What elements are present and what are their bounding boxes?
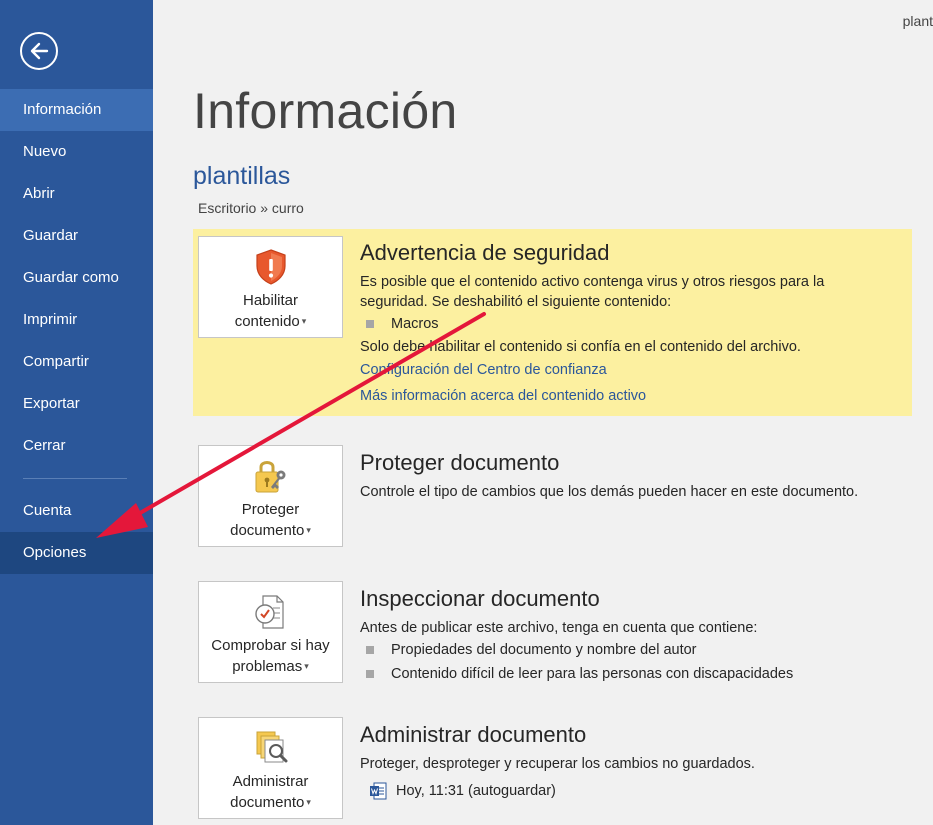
bullet-square-icon: [366, 320, 374, 328]
nav-item-cuenta[interactable]: Cuenta: [0, 490, 153, 532]
nav-item-guardar[interactable]: Guardar: [0, 215, 153, 257]
enable-content-label: Habilitar contenido ▾: [234, 292, 307, 330]
shield-warning-icon: [254, 247, 288, 287]
manage-document-section: Administrar documento Proteger, desprote…: [360, 722, 920, 802]
check-for-issues-label: Comprobar si hay problemas ▾: [211, 637, 330, 675]
protect-document-section: Proteger documento Controle el tipo de c…: [360, 450, 920, 502]
autosave-version-label: Hoy, 11:31 (autoguardar): [396, 783, 556, 799]
document-name: plantillas: [193, 162, 291, 190]
check-for-issues-button[interactable]: Comprobar si hay problemas ▾: [198, 581, 343, 683]
protect-document-text: Controle el tipo de cambios que los demá…: [360, 484, 859, 500]
document-search-icon: [251, 728, 291, 768]
security-advice-text: Solo debe habilitar el contenido si conf…: [360, 339, 801, 355]
enable-content-button[interactable]: Habilitar contenido ▾: [198, 236, 343, 338]
security-warning-text: Es posible que el contenido activo conte…: [360, 274, 825, 310]
bullet-square-icon: [366, 670, 374, 678]
nav-item-abrir[interactable]: Abrir: [0, 173, 153, 215]
document-check-icon: [251, 592, 291, 632]
protect-document-title: Proteger documento: [360, 450, 560, 475]
word-document-icon: [370, 782, 387, 800]
manage-document-text: Proteger, desproteger y recuperar los ca…: [360, 756, 755, 772]
caret-down-icon: ▾: [306, 797, 311, 807]
nav-item-nuevo[interactable]: Nuevo: [0, 131, 153, 173]
inspect-item: Propiedades del documento y nombre del a…: [360, 638, 920, 662]
window-title: plant: [902, 13, 933, 29]
active-content-info-link[interactable]: Más información acerca del contenido act…: [360, 383, 920, 409]
inspect-document-section: Inspeccionar documento Antes de publicar…: [360, 586, 920, 686]
nav-item-cerrar[interactable]: Cerrar: [0, 425, 153, 467]
nav-item-informacion[interactable]: Información: [0, 89, 153, 131]
trust-center-link[interactable]: Configuración del Centro de confianza: [360, 357, 920, 383]
nav-item-opciones[interactable]: Opciones: [0, 532, 153, 574]
manage-document-button[interactable]: Administrar documento ▾: [198, 717, 343, 819]
caret-down-icon: ▾: [306, 525, 311, 535]
autosave-version-item[interactable]: Hoy, 11:31 (autoguardar): [369, 780, 920, 802]
disabled-content-item: Macros: [360, 312, 920, 336]
manage-document-title: Administrar documento: [360, 722, 587, 747]
inspect-item: Contenido difícil de leer para las perso…: [360, 662, 920, 686]
manage-document-label: Administrar documento ▾: [230, 773, 311, 811]
caret-down-icon: ▾: [301, 316, 307, 326]
nav-divider: [23, 478, 127, 479]
page-title: Información: [193, 83, 458, 139]
security-warning-section: Advertencia de seguridad Es posible que …: [360, 240, 920, 409]
backstage-nav: Información Nuevo Abrir Guardar Guardar …: [0, 89, 153, 574]
padlock-key-icon: [251, 456, 291, 496]
security-warning-title: Advertencia de seguridad: [360, 240, 610, 265]
back-button[interactable]: [20, 32, 58, 70]
caret-down-icon: ▾: [304, 661, 309, 671]
nav-item-compartir[interactable]: Compartir: [0, 341, 153, 383]
protect-document-button[interactable]: Proteger documento ▾: [198, 445, 343, 547]
document-path: Escritorio » curro: [198, 200, 304, 216]
arrow-left-icon: [30, 42, 49, 60]
inspect-document-text: Antes de publicar este archivo, tenga en…: [360, 620, 758, 636]
backstage-sidebar: Información Nuevo Abrir Guardar Guardar …: [0, 0, 153, 825]
nav-item-exportar[interactable]: Exportar: [0, 383, 153, 425]
protect-document-label: Proteger documento ▾: [230, 501, 311, 539]
nav-item-imprimir[interactable]: Imprimir: [0, 299, 153, 341]
nav-item-guardar-como[interactable]: Guardar como: [0, 257, 153, 299]
inspect-document-title: Inspeccionar documento: [360, 586, 600, 611]
bullet-square-icon: [366, 646, 374, 654]
